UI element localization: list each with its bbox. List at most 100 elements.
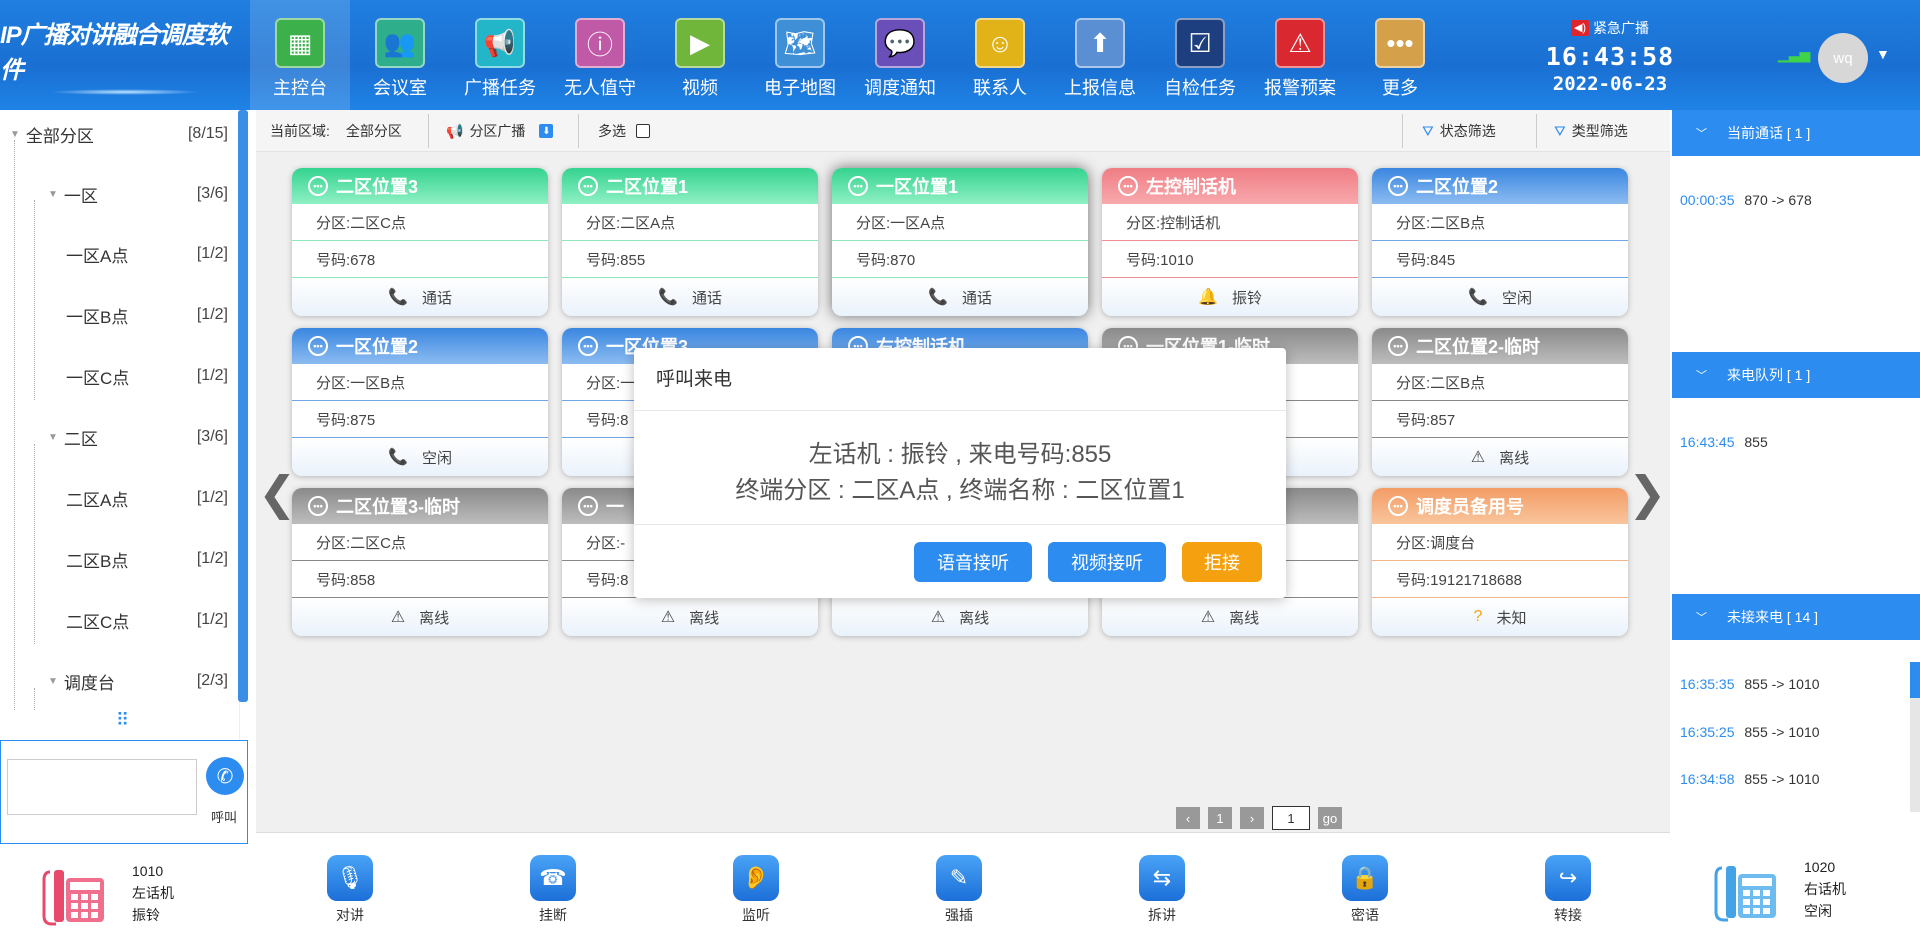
terminal-zone: 分区:调度台 [1372,524,1628,561]
missed-calls-scrollbar[interactable] [1910,662,1920,812]
pager-prev-button[interactable]: ‹ [1176,807,1200,829]
phone-icon: 📞 [388,449,408,466]
bell-icon: 🔔 [1198,289,1218,306]
pager-next-button[interactable]: › [1240,807,1264,829]
tree-node[interactable]: 二区B点 [1/2] [0,539,240,579]
tool-hangup[interactable]: ☎ 挂断 [513,855,593,925]
next-page-arrow[interactable]: ❯ [1628,470,1667,516]
nav-item-map[interactable]: 🗺 电子地图 [750,0,850,110]
tool-force-insert[interactable]: ✎ 强插 [919,855,999,925]
download-icon: ⬇ [539,124,554,138]
tree-node-count: [8/15] [187,125,228,142]
missed-calls-header[interactable]: ﹀ 未接来电 [ 14 ] [1672,594,1920,640]
right-phone-state: 空闲 [1804,903,1832,919]
missed-call-row[interactable]: 16:34:58 855 -> 1010 [1680,771,1820,787]
nav-item-label: 报警预案 [1264,78,1336,98]
nav-item-contacts[interactable]: ☺ 联系人 [950,0,1050,110]
desk-phone-icon [42,870,104,926]
terminal-card-header: ••• 二区位置2-临时 [1372,328,1628,364]
caret-down-icon[interactable]: ▼ [10,129,20,140]
dialog-line-2: 终端分区 : 二区A点 , 终端名称 : 二区位置1 [735,477,1185,504]
tree-node-label: 调度台 [63,673,115,693]
tree-node[interactable]: 一区B点 [1/2] [0,295,240,335]
terminal-card[interactable]: ••• 二区位置1 分区:二区A点 号码:855 📞 通话 [562,168,818,316]
tree-node[interactable]: 二区A点 [1/2] [0,478,240,518]
caret-down-icon[interactable]: ▼ [48,676,58,687]
nav-item-megaphone[interactable]: 📢 广播任务 [450,0,550,110]
nav-item-label: 主控台 [273,78,327,98]
voice-answer-button[interactable]: 语音接听 [914,542,1032,582]
nav-item-dashboard[interactable]: ▦ 主控台 [250,0,350,110]
multi-select[interactable]: 多选 [598,110,650,152]
tree-scrollbar[interactable] [238,110,248,702]
nav-item-more[interactable]: ••• 更多 [1350,0,1450,110]
pager-page-1[interactable]: 1 [1208,807,1232,829]
queue-time: 16:43:45 [1680,434,1735,450]
tree-node[interactable]: ▼ 一区 [3/6] [0,174,240,214]
terminal-name: 一区位置1 [876,177,959,197]
current-call-row[interactable]: 00:00:35 870 -> 678 [1680,192,1812,208]
tree-node[interactable]: ▼ 全部分区 [8/15] [0,114,240,154]
dialpad-icon[interactable]: ⠿ [116,710,129,731]
scrollbar-thumb[interactable] [1910,662,1920,698]
tool-label: 转接 [1554,907,1582,923]
terminal-card-header: ••• 左控制话机 [1102,168,1358,204]
terminal-card[interactable]: ••• 二区位置2 分区:二区B点 号码:845 📞 空闲 [1372,168,1628,316]
left-phone-number: 1010 [132,863,164,879]
current-calls-header[interactable]: ﹀ 当前通话 [ 1 ] [1672,110,1920,156]
type-filter-button[interactable]: ⛛ 类型筛选 [1554,110,1628,152]
nav-item-unattended[interactable]: ⓘ 无人值守 [550,0,650,110]
zone-broadcast-button[interactable]: 📢 分区广播 ⬇ [446,110,554,152]
tool-transfer[interactable]: ↪ 转接 [1528,855,1608,925]
terminal-status-label: 通话 [691,289,722,307]
pager-go-button[interactable]: go [1318,807,1342,829]
current-calls-title: 当前通话 [ 1 ] [1727,125,1811,141]
terminal-status-label: 振铃 [1231,289,1262,307]
chevron-down-icon[interactable]: ▼ [1876,46,1890,62]
tool-lock[interactable]: 🔒 密语 [1325,855,1405,925]
missed-call-row[interactable]: 16:35:25 855 -> 1010 [1680,724,1820,740]
terminal-card[interactable]: ••• 二区位置3-临时 分区:二区C点 号码:858 ⚠ 离线 [292,488,548,636]
pager-page-input[interactable]: 1 [1272,806,1310,830]
call-number-input[interactable] [7,759,197,815]
missed-call-row[interactable]: 16:35:35 855 -> 1010 [1680,676,1820,692]
nav-item-checklist[interactable]: ☑ 自检任务 [1150,0,1250,110]
terminal-status-label: 离线 [689,609,720,627]
terminal-card[interactable]: ••• 二区位置3 分区:二区C点 号码:678 📞 通话 [292,168,548,316]
prev-page-arrow[interactable]: ❮ [258,470,297,516]
tree-node[interactable]: 二区C点 [1/2] [0,600,240,640]
terminal-card[interactable]: ••• 左控制话机 分区:控制话机 号码:1010 🔔 振铃 [1102,168,1358,316]
map-icon: 🗺 [775,18,825,68]
tool-listen[interactable]: 👂 监听 [716,855,796,925]
right-phone-name: 右话机 [1804,881,1846,897]
status-filter-button[interactable]: ⛛ 状态筛选 [1422,110,1496,152]
caret-down-icon[interactable]: ▼ [48,432,58,443]
terminal-card[interactable]: ••• 一区位置2 分区:一区B点 号码:875 📞 空闲 [292,328,548,476]
caret-down-icon[interactable]: ▼ [48,189,58,200]
nav-item-report[interactable]: ⬆ 上报信息 [1050,0,1150,110]
tree-node[interactable]: 一区C点 [1/2] [0,356,240,396]
nav-item-meeting[interactable]: 👥 会议室 [350,0,450,110]
call-button[interactable]: ✆ [206,757,244,795]
tree-node[interactable]: 一区A点 [1/2] [0,234,240,274]
multi-select-checkbox[interactable] [636,124,650,138]
terminal-number: 号码:19121718688 [1372,561,1628,598]
terminal-card[interactable]: ••• 调度员备用号 分区:调度台 号码:19121718688? 未知 [1372,488,1628,636]
terminal-card[interactable]: ••• 二区位置2-临时 分区:二区B点 号码:857 ⚠ 离线 [1372,328,1628,476]
tool-label: 监听 [742,907,770,923]
nav-item-notice[interactable]: 💬 调度通知 [850,0,950,110]
incoming-queue-header[interactable]: ﹀ 来电队列 [ 1 ] [1672,352,1920,398]
queue-row[interactable]: 16:43:45 855 [1680,434,1768,450]
emergency-broadcast-button[interactable]: ◀) 紧急广播 [1540,18,1680,38]
tree-node[interactable]: ▼ 二区 [3/6] [0,417,240,457]
avatar[interactable]: wq [1818,33,1868,83]
tool-split[interactable]: ⇆ 拆讲 [1122,855,1202,925]
terminal-dots-icon: ••• [578,336,598,356]
reject-button[interactable]: 拒接 [1182,542,1262,582]
terminal-card[interactable]: ••• 一区位置1 分区:一区A点 号码:870 📞 通话 [832,168,1088,316]
tool-intercom[interactable]: 🎙 对讲 [310,855,390,925]
nav-item-video[interactable]: ▶ 视频 [650,0,750,110]
tree-node[interactable]: ▼ 调度台 [2/3] [0,661,240,701]
video-answer-button[interactable]: 视频接听 [1048,542,1166,582]
nav-item-alarm[interactable]: ⚠ 报警预案 [1250,0,1350,110]
